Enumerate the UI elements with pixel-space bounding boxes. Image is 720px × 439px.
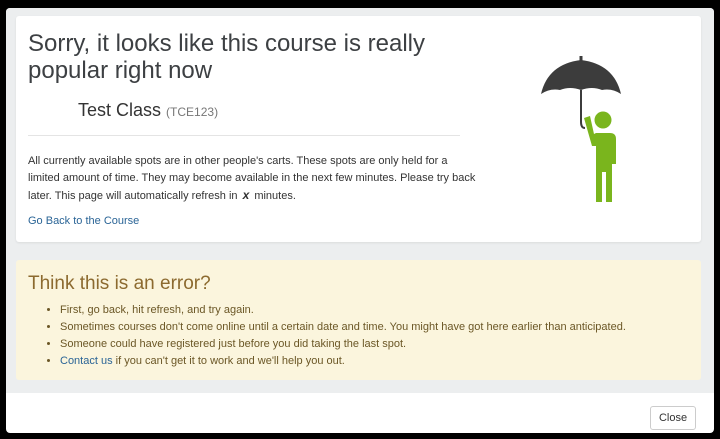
list-item: Contact us if you can't get it to work a… <box>60 353 626 370</box>
page-title: Sorry, it looks like this course is real… <box>28 30 426 84</box>
course-full-modal: Sorry, it looks like this course is real… <box>6 8 714 433</box>
explanation-text-before: All currently available spots are in oth… <box>28 155 476 202</box>
contact-suffix: if you can't get it to work and we'll he… <box>112 355 345 367</box>
contact-us-link[interactable]: Contact us <box>60 355 113 367</box>
refresh-minutes-variable: x <box>242 188 250 202</box>
list-item: Sometimes courses don't come online unti… <box>60 319 626 336</box>
person-icon <box>584 111 616 202</box>
explanation-text: All currently available spots are in oth… <box>28 153 478 205</box>
tips-list: First, go back, hit refresh, and try aga… <box>28 302 626 370</box>
person-with-umbrella-icon <box>541 56 621 202</box>
course-title: Test Class (TCE123) <box>78 100 218 121</box>
course-code: (TCE123) <box>166 105 219 119</box>
explanation-text-after: minutes. <box>254 190 296 202</box>
course-full-card: Sorry, it looks like this course is real… <box>16 16 701 242</box>
error-title: Think this is an error? <box>28 273 211 294</box>
error-tips-panel: Think this is an error? First, go back, … <box>16 260 701 380</box>
list-item: First, go back, hit refresh, and try aga… <box>60 302 626 319</box>
list-item: Someone could have registered just befor… <box>60 336 626 353</box>
close-button[interactable]: Close <box>650 406 696 430</box>
course-name: Test Class <box>78 100 162 120</box>
divider <box>28 135 460 136</box>
go-back-link[interactable]: Go Back to the Course <box>28 215 139 227</box>
